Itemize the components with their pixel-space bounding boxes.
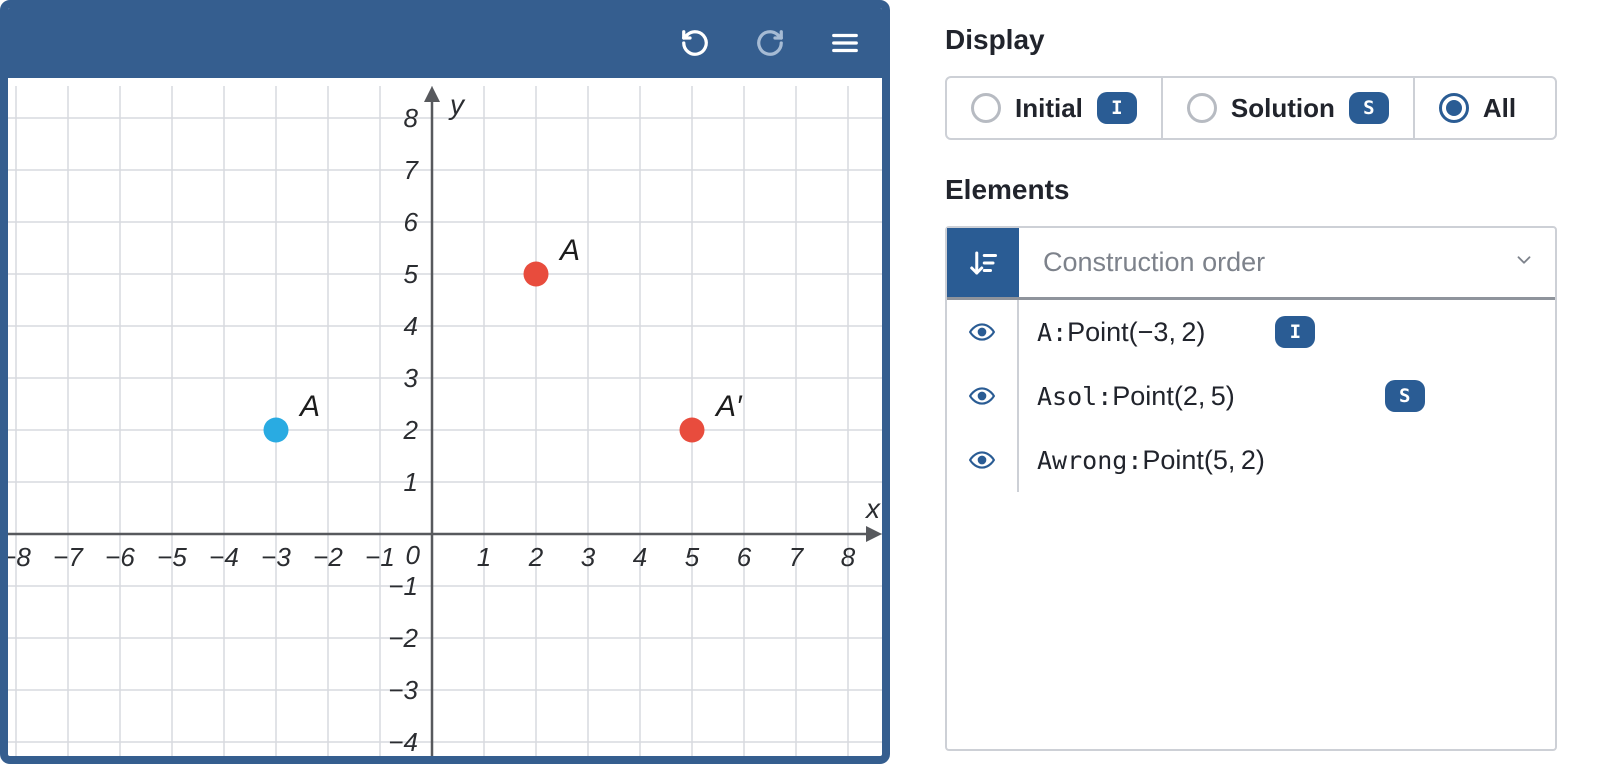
visibility-toggle[interactable] bbox=[947, 300, 1019, 364]
element-expression: Awrong:Point(5, 2) bbox=[1037, 445, 1265, 476]
chevron-down-icon bbox=[1513, 249, 1535, 276]
sort-dropdown[interactable]: Construction order bbox=[1019, 228, 1555, 297]
badge-S: S bbox=[1349, 92, 1389, 124]
display-heading: Display bbox=[945, 24, 1592, 56]
radio-icon bbox=[1187, 93, 1217, 123]
elements-heading: Elements bbox=[945, 174, 1592, 206]
graph-panel: −8−7−6−5−4−3−2−1012345678−4−3−2−11234567… bbox=[0, 0, 890, 764]
visibility-toggle[interactable] bbox=[947, 428, 1019, 492]
display-option-initial[interactable]: Initial I bbox=[947, 78, 1163, 138]
svg-text:−7: −7 bbox=[53, 542, 84, 572]
svg-text:−4: −4 bbox=[209, 542, 239, 572]
display-option-label: Initial bbox=[1015, 93, 1083, 124]
element-expression: A:Point(−3, 2) bbox=[1037, 317, 1205, 348]
elements-list: A:Point(−3, 2) I Asol:Point(2, 5) S Awrong:P… bbox=[947, 300, 1555, 749]
coordinate-plane[interactable]: −8−7−6−5−4−3−2−1012345678−4−3−2−11234567… bbox=[8, 86, 882, 756]
element-body: A:Point(−3, 2) I bbox=[1019, 316, 1555, 348]
svg-text:5: 5 bbox=[685, 542, 700, 572]
svg-text:−6: −6 bbox=[105, 542, 135, 572]
element-tag-I: I bbox=[1275, 316, 1315, 348]
svg-text:−3: −3 bbox=[261, 542, 291, 572]
svg-text:4: 4 bbox=[404, 311, 418, 341]
svg-text:7: 7 bbox=[404, 155, 420, 185]
undo-icon[interactable] bbox=[680, 28, 710, 58]
redo-icon[interactable] bbox=[755, 28, 785, 58]
sort-button[interactable] bbox=[947, 228, 1019, 297]
svg-text:3: 3 bbox=[404, 363, 419, 393]
svg-text:5: 5 bbox=[404, 259, 419, 289]
svg-text:A′: A′ bbox=[714, 390, 743, 423]
svg-text:x: x bbox=[864, 493, 881, 524]
svg-text:−2: −2 bbox=[313, 542, 343, 572]
element-expression: Asol:Point(2, 5) bbox=[1037, 381, 1235, 412]
svg-text:8: 8 bbox=[841, 542, 856, 572]
svg-text:−4: −4 bbox=[388, 727, 418, 757]
svg-text:−2: −2 bbox=[388, 623, 418, 653]
svg-text:1: 1 bbox=[477, 542, 491, 572]
svg-text:A: A bbox=[298, 390, 320, 423]
sort-dropdown-label: Construction order bbox=[1043, 247, 1265, 278]
svg-text:−3: −3 bbox=[388, 675, 418, 705]
svg-text:−8: −8 bbox=[8, 542, 31, 572]
svg-text:−1: −1 bbox=[388, 571, 418, 601]
svg-text:y: y bbox=[448, 89, 466, 120]
svg-text:0: 0 bbox=[406, 540, 421, 570]
svg-text:1: 1 bbox=[404, 467, 418, 497]
graph-toolbar bbox=[8, 8, 882, 78]
display-radio-group: Initial I Solution S All bbox=[945, 76, 1557, 140]
display-option-solution[interactable]: Solution S bbox=[1163, 78, 1415, 138]
element-tag-S: S bbox=[1385, 380, 1425, 412]
menu-icon[interactable] bbox=[830, 28, 860, 58]
element-body: Asol:Point(2, 5) S bbox=[1019, 380, 1555, 412]
svg-text:−1: −1 bbox=[365, 542, 395, 572]
display-option-all[interactable]: All bbox=[1415, 78, 1555, 138]
radio-icon bbox=[971, 93, 1001, 123]
display-option-label: All bbox=[1483, 93, 1516, 124]
svg-text:3: 3 bbox=[581, 542, 596, 572]
svg-text:6: 6 bbox=[737, 542, 752, 572]
display-option-label: Solution bbox=[1231, 93, 1335, 124]
element-row[interactable]: Asol:Point(2, 5) S bbox=[947, 364, 1555, 428]
svg-text:−5: −5 bbox=[157, 542, 187, 572]
svg-text:6: 6 bbox=[404, 207, 419, 237]
element-row[interactable]: Awrong:Point(5, 2) bbox=[947, 428, 1555, 492]
element-row[interactable]: A:Point(−3, 2) I bbox=[947, 300, 1555, 364]
radio-icon bbox=[1439, 93, 1469, 123]
elements-panel: Construction order A:Point(−3, 2) I Asol:P… bbox=[945, 226, 1557, 751]
svg-text:8: 8 bbox=[404, 103, 419, 133]
badge-I: I bbox=[1097, 92, 1137, 124]
svg-text:2: 2 bbox=[528, 542, 544, 572]
svg-text:4: 4 bbox=[633, 542, 647, 572]
element-body: Awrong:Point(5, 2) bbox=[1019, 445, 1555, 476]
svg-text:A: A bbox=[558, 234, 580, 267]
visibility-toggle[interactable] bbox=[947, 364, 1019, 428]
svg-text:7: 7 bbox=[789, 542, 805, 572]
svg-text:2: 2 bbox=[403, 415, 419, 445]
